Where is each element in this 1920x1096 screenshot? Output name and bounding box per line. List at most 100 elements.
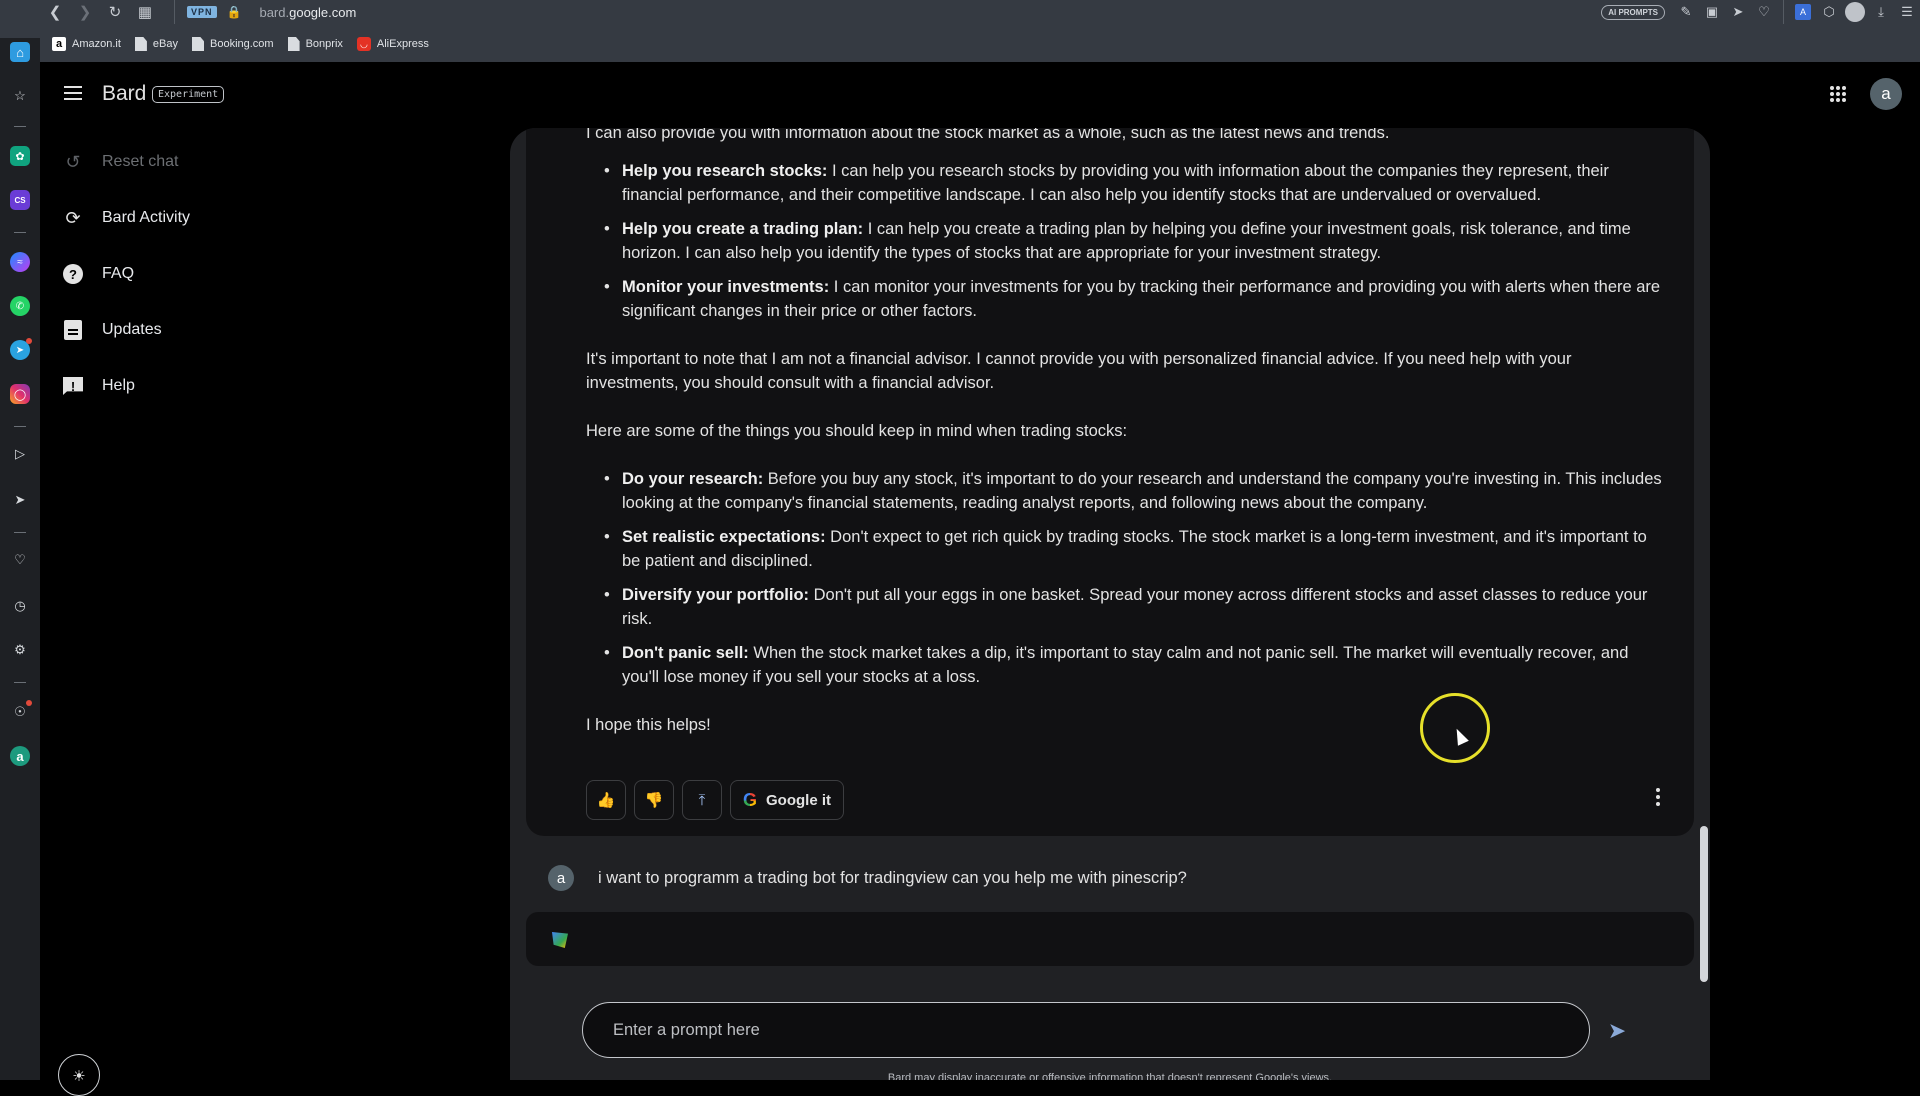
translate-icon[interactable]: A [1790, 0, 1816, 24]
page-icon [192, 37, 204, 51]
hamburger-menu-icon[interactable] [64, 86, 82, 100]
home-icon[interactable]: ⌂ [10, 42, 30, 62]
cube-icon[interactable]: ⬡ [1816, 0, 1842, 24]
star-icon[interactable]: ☆ [10, 86, 30, 106]
send-prompt-icon[interactable]: ➤ [1604, 1018, 1630, 1044]
list-item: Monitor your investments: I can monitor … [586, 275, 1666, 323]
bookmark-amazon[interactable]: a Amazon.it [52, 37, 121, 51]
vpn-badge[interactable]: VPN [187, 6, 217, 18]
disclaimer-text: Bard may display inaccurate or offensive… [887, 1072, 1333, 1080]
list-item-title: Don't panic sell: [622, 644, 749, 662]
response-text: I can also provide you with information … [586, 128, 1666, 761]
share-button[interactable]: ⤒ [682, 780, 722, 820]
sidebar-item-label: FAQ [102, 265, 135, 282]
chatgpt-icon[interactable]: ✿ [10, 146, 30, 166]
telegram-icon[interactable]: ➤ [10, 338, 32, 360]
browser-chrome: ❮ ❯ ↻ ▦ VPN 🔒 bard.google.com AI PROMPTS… [0, 0, 1920, 62]
feedback-icon: ! [62, 375, 84, 397]
messenger-icon[interactable]: ≈ [10, 252, 30, 272]
bard-response-card: I can also provide you with information … [526, 128, 1694, 836]
back-button[interactable]: ❮ [40, 0, 70, 24]
google-apps-icon[interactable] [1830, 86, 1846, 102]
user-message: a i want to programm a trading bot for t… [526, 848, 1694, 908]
sidebar-item-label: Help [102, 377, 135, 394]
heart-icon[interactable]: ♡ [1751, 0, 1777, 24]
settings-icon[interactable]: ☰ [1894, 0, 1920, 24]
sidebar-item-help[interactable]: ! Help [62, 372, 135, 400]
prompt-box[interactable] [582, 1002, 1590, 1058]
heart-icon[interactable]: ♡ [10, 550, 30, 570]
conversation-panel: I can also provide you with information … [510, 128, 1710, 1080]
list-item-text: When the stock market takes a dip, it's … [622, 644, 1629, 686]
response-paragraph: It's important to note that I am not a f… [586, 350, 1572, 392]
cs-icon[interactable]: CS [10, 190, 30, 210]
theme-toggle-button[interactable]: ☀ [58, 1054, 100, 1096]
history-icon[interactable]: ◷ [10, 596, 30, 616]
sidebar-item-faq[interactable]: ? FAQ [62, 260, 134, 288]
settings-icon[interactable]: ⚙ [10, 640, 30, 660]
history-icon: ⟳ [65, 207, 81, 228]
forward-button[interactable]: ❯ [70, 0, 100, 24]
play-icon[interactable]: ▷ [10, 444, 30, 464]
user-message-text: i want to programm a trading bot for tra… [598, 868, 1187, 887]
list-item-title: Diversify your portfolio: [622, 586, 810, 604]
lock-icon[interactable]: 🔒 [227, 5, 242, 19]
more-options-icon[interactable] [1656, 788, 1660, 806]
user-avatar: a [548, 865, 574, 891]
address-bar[interactable]: bard.google.com [259, 5, 356, 20]
question-glyph: ? [63, 264, 83, 284]
edit-icon[interactable]: ✎ [1673, 0, 1699, 24]
url-domain: google.com [289, 4, 357, 20]
thumbs-up-icon: 👍 [596, 792, 616, 809]
camera-icon[interactable]: ▣ [1699, 0, 1725, 24]
account-icon[interactable]: a [10, 746, 30, 766]
google-logo-icon: G [743, 789, 758, 810]
aliexpress-icon: ◡ [356, 37, 371, 51]
app-title[interactable]: Bard [102, 82, 146, 106]
sidebar-item-bard-activity[interactable]: ⟳ Bard Activity [62, 204, 190, 232]
bookmark-aliexpress[interactable]: ◡ AliExpress [356, 37, 429, 51]
question-icon: ? [62, 263, 84, 285]
experiment-badge: Experiment [152, 86, 225, 103]
bard-sparkle-icon [552, 932, 568, 948]
list-item-title: Monitor your investments: [622, 278, 830, 296]
sidebar-item-updates[interactable]: Updates [62, 316, 162, 344]
appbar-divider [14, 126, 26, 127]
ai-prompts-button[interactable]: AI PROMPTS [1601, 4, 1665, 20]
calendar-glyph [64, 320, 82, 340]
prompt-input[interactable] [613, 1003, 1553, 1057]
sidebar-item-label: Bard Activity [102, 209, 191, 226]
send-icon[interactable]: ➤ [1725, 0, 1751, 24]
bookmark-booking[interactable]: Booking.com [192, 37, 274, 51]
account-avatar[interactable]: a [1870, 78, 1902, 110]
feedback-glyph: ! [63, 377, 83, 395]
reset-icon: ↺ [65, 151, 81, 172]
thumbs-down-button[interactable]: 👎 [634, 780, 674, 820]
list-item-title: Help you research stocks: [622, 162, 828, 180]
appbar-divider [14, 232, 26, 233]
instagram-icon[interactable]: ◯ [10, 384, 30, 404]
download-icon[interactable]: ⤓ [1868, 0, 1894, 24]
reload-button[interactable]: ↻ [100, 0, 130, 24]
page-icon [134, 37, 147, 51]
share-icon: ⤒ [698, 791, 706, 809]
lightbulb-icon[interactable]: ☉ [10, 700, 32, 722]
tabs-grid-button[interactable]: ▦ [130, 0, 160, 24]
notification-dot [26, 700, 32, 706]
amazon-icon: a [52, 37, 66, 51]
list-item: Do your research: Before you buy any sto… [586, 467, 1666, 515]
bookmarks-bar: a Amazon.it eBay Booking.com Bonprix ◡ Ali… [52, 34, 429, 54]
google-it-button[interactable]: G Google it [730, 780, 845, 820]
whatsapp-icon[interactable]: ✆ [10, 296, 30, 316]
thumbs-up-button[interactable]: 👍 [586, 780, 626, 820]
sidebar-item-reset-chat[interactable]: ↺ Reset chat [62, 148, 178, 176]
cursor-highlight [1420, 693, 1490, 763]
profile-icon[interactable] [1842, 0, 1868, 24]
tips-list: Do your research: Before you buy any sto… [586, 467, 1666, 689]
conversation-scrollbar[interactable] [1700, 826, 1708, 982]
bard-pending-response [526, 912, 1694, 966]
bookmark-ebay[interactable]: eBay [134, 37, 178, 51]
sidebar-item-label: Updates [102, 321, 162, 338]
send-icon[interactable]: ➤ [10, 490, 30, 510]
bookmark-bonprix[interactable]: Bonprix [287, 37, 343, 51]
